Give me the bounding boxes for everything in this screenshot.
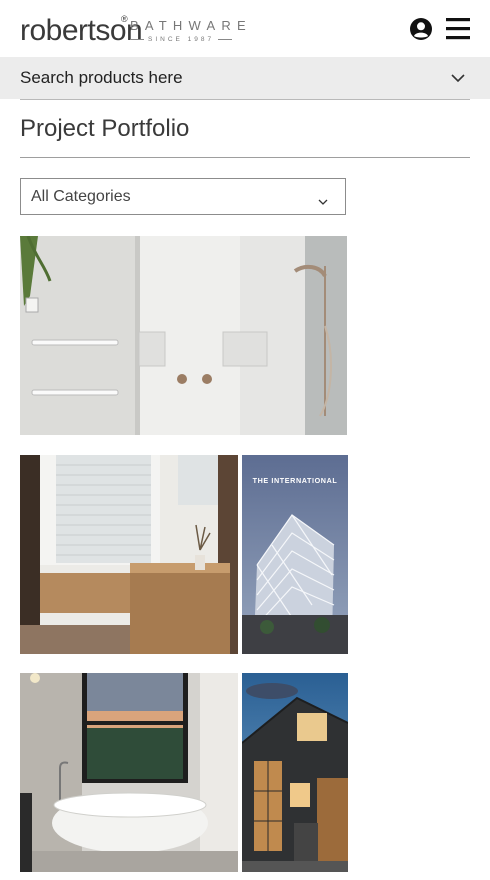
search-divider [20, 99, 470, 100]
the-international-building-photo[interactable]: THE INTERNATIONAL [242, 455, 348, 654]
hamburger-menu-icon[interactable] [446, 18, 470, 40]
timber-vanity-bathroom-photo[interactable] [20, 455, 238, 654]
site-header: robertson ® BATHWARE SINCE 1987 [0, 0, 490, 57]
chevron-down-icon [318, 193, 328, 205]
white-tiled-shower-photo[interactable] [20, 236, 347, 435]
tile-caption: THE INTERNATIONAL [253, 476, 338, 485]
category-select[interactable]: All Categories [20, 178, 346, 215]
logo-subtitle: BATHWARE [130, 18, 252, 33]
chevron-down-icon[interactable] [450, 70, 466, 86]
logo-since-text: SINCE 1987 [148, 36, 215, 43]
freestanding-bath-photo[interactable] [20, 673, 238, 872]
logo-since-line: SINCE 1987 [130, 36, 233, 43]
category-select-value: All Categories [31, 188, 131, 205]
title-divider [20, 157, 470, 158]
robertson-logo[interactable]: robertson ® BATHWARE SINCE 1987 [20, 12, 260, 48]
page-title: Project Portfolio [20, 115, 190, 142]
user-circle-icon[interactable] [409, 17, 433, 41]
dark-clad-house-photo[interactable] [242, 673, 348, 872]
logo-registered-mark: ® [121, 14, 128, 24]
search-bar[interactable]: Search products here [0, 57, 490, 99]
search-input[interactable]: Search products here [20, 68, 183, 88]
